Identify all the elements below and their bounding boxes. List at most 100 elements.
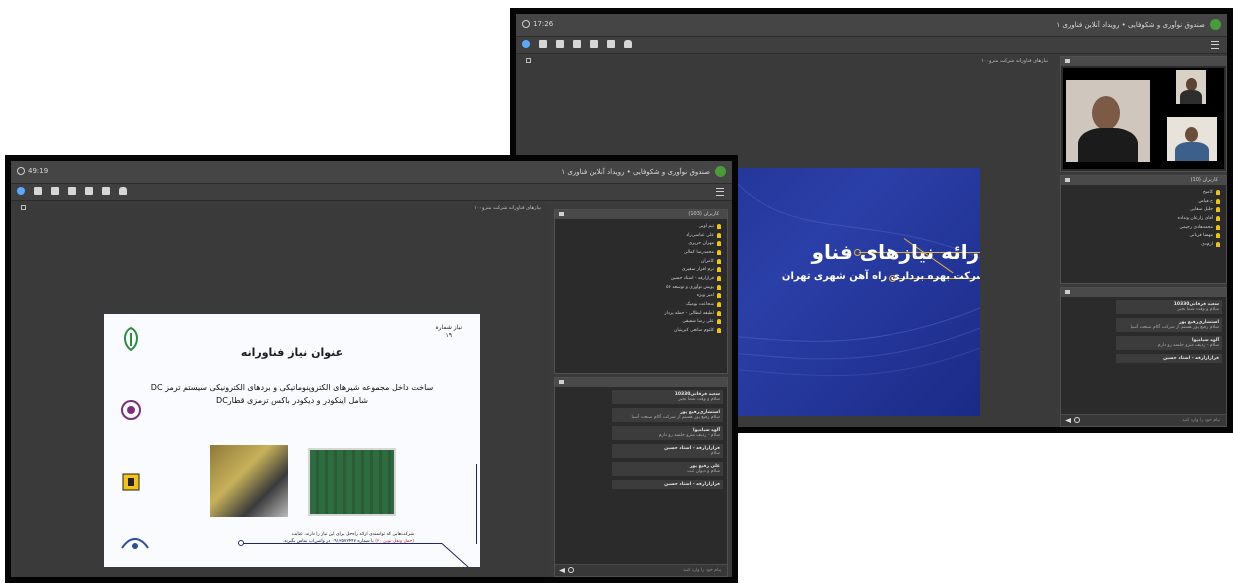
pin-icon[interactable] [21,205,26,210]
emoji-icon[interactable] [568,567,574,573]
users-panel-header: کاربران (103) [555,210,727,219]
chat-message: فرازا‌زارقه - استاد حسین سلام [612,444,723,458]
mic-off-icon[interactable] [539,40,547,48]
webcam-main [1066,80,1150,162]
user-icon [717,293,721,299]
user-list-item[interactable]: جلیل صفایی [1067,205,1220,214]
chat-sender: فرازا‌زارقه - استاد حسین [664,482,720,487]
user-icon [717,275,721,281]
user-list-item[interactable]: کامبخ [1067,188,1220,197]
chat-panel-header [555,378,727,387]
pen-icon[interactable] [590,40,598,48]
user-list-item[interactable]: شجاعت بومیک [561,300,721,309]
user-list-item[interactable]: کامران [561,257,721,266]
speaker-icon[interactable] [522,40,530,48]
user-list-item[interactable]: نرم افزار سفیری [561,265,721,274]
user-name: مهران حریری [688,241,714,247]
user-icon [717,302,721,308]
chat-text: سلام و دیوان ثبت [687,469,720,474]
chat-text: سلام [710,451,720,456]
user-list-item[interactable]: علی رضا شفیقی [561,318,721,327]
emoji-icon[interactable] [1074,417,1080,423]
logo-icon [1210,19,1221,30]
menu-icon[interactable] [1211,41,1219,49]
hand-icon[interactable] [119,187,127,195]
user-list-item[interactable]: امیر ویژه [561,292,721,301]
user-list-item[interactable]: فرازارقه - استاد حسین [561,274,721,283]
user-icon [1216,207,1220,213]
front-users-list: تیم اوبی علی عباسی‌راد مهران حریری محمدرضا … [555,219,727,338]
valve-photo [210,445,288,517]
user-list-item[interactable]: پویش نوآوری و توسعه ۵۶ [561,283,721,292]
user-list-item[interactable]: ح.فیاض [1067,197,1220,206]
metro-logo-icon [120,471,142,497]
participant-body [1180,90,1202,104]
camera-icon[interactable] [51,187,59,195]
user-list-item[interactable]: مهران حریری [561,239,721,248]
back-users-panel: کاربران (10) کامبخ ح.فیاض جلیل صفایی آقای ز… [1060,175,1227,284]
user-name: نرم افزار سفیری [681,267,714,273]
webcam-top-right [1176,70,1206,104]
chat-placeholder: پیام خود را وارد کنید [683,568,721,573]
user-list-item[interactable]: مهسا قربانی [1067,231,1220,240]
user-icon [717,284,721,290]
front-window: 49:19 صندوق نوآوری و شکوفایی • رویداد آن… [5,155,738,583]
users-count: کاربران (10) [1190,177,1218,183]
pin-icon[interactable] [526,58,531,63]
front-slide-pane: نیازهای فناورانه شرکت مترو۱۰۰ نیاز شماره [15,203,549,577]
send-icon[interactable] [1065,418,1071,423]
need-number: ۱۹ [445,331,452,339]
back-titlebar: 17:26 صندوق نوآوری و شکوفایی • رویداد آن… [516,14,1227,37]
export-icon[interactable] [607,40,615,48]
back-chat-panel: سعید فرقانی10330 سلام و وقت شما بخیر استشا… [1060,287,1227,427]
front-timer-text: 49:19 [28,167,49,175]
user-list-item[interactable]: محمدهادی رحیمی [1067,223,1220,232]
user-icon [1216,233,1220,239]
chat-message: سعید فرقانی10330 سلام و وقت شما بخیر [1115,300,1222,314]
menu-icon[interactable] [716,188,724,196]
chat-message: علی رفیع پور سلام و دیوان ثبت [612,462,723,476]
screen-icon[interactable] [68,187,76,195]
chat-text: سلام رفیع پور هستم از شرکت آکام صنعت آسی… [631,415,720,420]
user-icon [717,310,721,316]
user-name: تیم اوبی [698,223,714,229]
camera-icon [1065,59,1070,63]
participant-body [1175,142,1209,161]
back-slide-pane-title: نیازهای فناورانه شرکت مترو۱۰۰ [980,58,1048,64]
export-icon[interactable] [102,187,110,195]
user-name: لطیفه ابطالی - جمله پرداز [664,310,714,316]
user-name: جلیل صفایی [1190,207,1213,213]
chat-sender: فرازا‌زارقه - استاد حسین [1163,356,1219,361]
user-list-item[interactable]: کلثوم صانعی کبریتیان [561,326,721,335]
user-list-item[interactable]: محمدرضا کمالی [561,248,721,257]
hand-icon[interactable] [624,40,632,48]
user-icon [717,328,721,334]
front-window-app: 49:19 صندوق نوآوری و شکوفایی • رویداد آن… [11,161,732,577]
user-name: مهسا قربانی [1189,233,1213,239]
mic-off-icon[interactable] [34,187,42,195]
back-slide-pane-header: نیازهای فناورانه شرکت مترو۱۰۰ [520,56,1056,66]
chat-text: سلام رفیع پور هستم از شرکت آکام صنعت آسی… [1130,325,1219,330]
back-timer: 17:26 [522,20,553,28]
speaker-icon[interactable] [17,187,25,195]
front-slide: نیاز شماره ۱۹ عنوان نیاز فناورانه ساخت د… [104,314,480,567]
user-name: علی رضا شفیقی [682,319,714,325]
user-list-item[interactable]: تیم اوبی [561,222,721,231]
user-list-item[interactable]: علی عباسی‌راد [561,231,721,240]
screen-icon[interactable] [573,40,581,48]
user-list-item[interactable]: ارم‌دی [1067,240,1220,249]
front-timer: 49:19 [17,167,48,175]
user-list-item[interactable]: لطیفه ابطالی - جمله پرداز [561,309,721,318]
chat-message: آلوه سیاه‌پوا سلام - ردیف مترو جلسه رو دا… [612,426,723,440]
camera-icon[interactable] [556,40,564,48]
chat-panel-header [1061,288,1226,297]
back-chat-input[interactable]: پیام خود را وارد کنید [1061,414,1226,426]
user-name: شجاعت بومیک [686,302,714,308]
send-icon[interactable] [559,568,565,573]
users-icon [559,212,564,216]
user-list-item[interactable]: آقای زارعان ونداده [1067,214,1220,223]
front-chat-input[interactable]: پیام خود را وارد کنید [555,564,727,576]
partner-logo-icon [120,534,150,560]
pen-icon[interactable] [85,187,93,195]
clock-icon [17,167,25,175]
